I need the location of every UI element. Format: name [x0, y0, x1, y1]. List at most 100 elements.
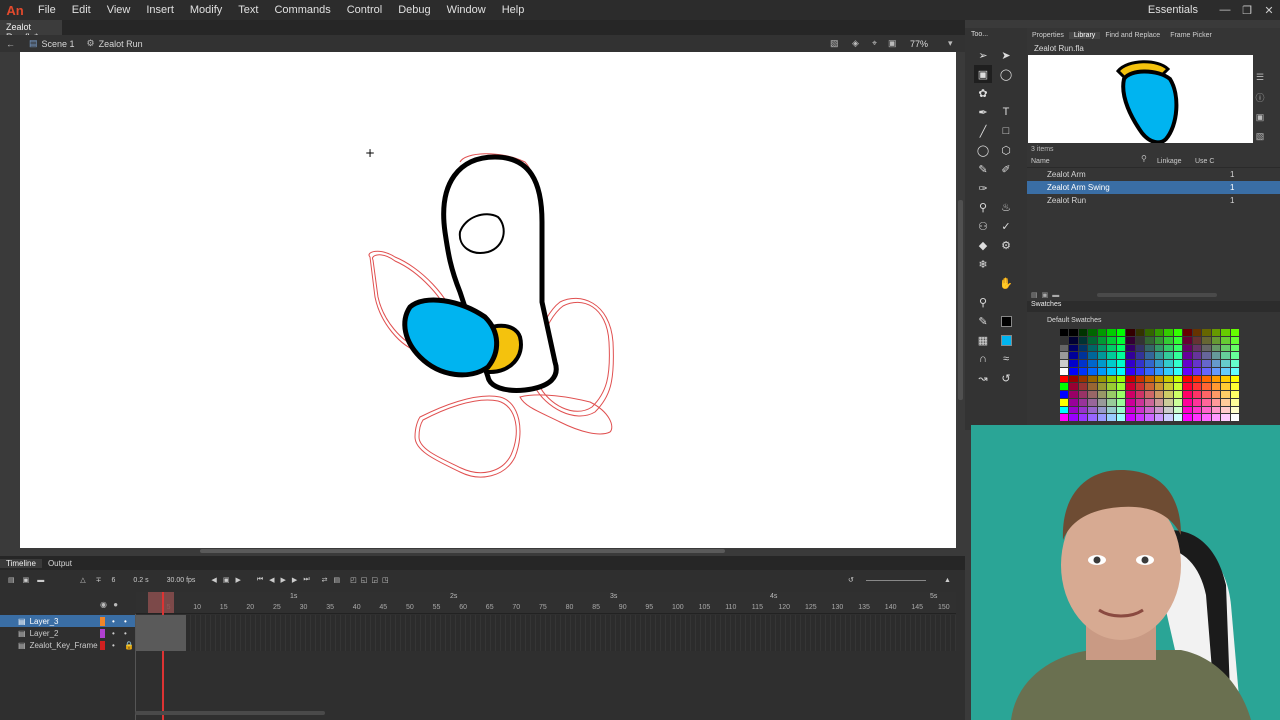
smooth-icon[interactable]: ≈	[997, 350, 1015, 368]
frame-span[interactable]	[136, 639, 186, 651]
straighten-icon[interactable]: ↝	[974, 369, 992, 387]
onion-outline-icon[interactable]: ◱	[361, 576, 368, 584]
swatch-group-label[interactable]: Default Swatches	[1047, 317, 1101, 324]
swatch-cell[interactable]	[1088, 352, 1097, 359]
width-tool-icon[interactable]: ⚇	[974, 217, 992, 235]
swatch-cell[interactable]	[1221, 414, 1230, 421]
swatch-cell[interactable]	[1202, 398, 1211, 406]
swatch-cell[interactable]	[1069, 398, 1078, 406]
eraser-tool-icon[interactable]: ◆	[974, 236, 992, 254]
swatch-cell[interactable]	[1230, 375, 1239, 383]
swatch-cell[interactable]	[1097, 391, 1107, 398]
swatch-cell[interactable]	[1154, 375, 1164, 383]
swatch-cell[interactable]	[1135, 398, 1145, 406]
swatch-cell[interactable]	[1173, 329, 1183, 336]
lasso-tool-icon[interactable]: ✿	[974, 84, 992, 102]
swatch-cell[interactable]	[1202, 336, 1211, 344]
frame-span[interactable]	[136, 627, 186, 639]
playhead[interactable]	[162, 592, 164, 720]
zoom-field[interactable]: 77%	[910, 39, 928, 49]
swatch-cell[interactable]	[1126, 391, 1135, 398]
swatch-cell[interactable]	[1202, 375, 1211, 383]
swatch-cell[interactable]	[1135, 406, 1145, 414]
menu-text[interactable]: Text	[230, 4, 266, 16]
swatch-cell[interactable]	[1202, 406, 1211, 414]
show-hide-icon[interactable]: ◉	[100, 600, 107, 609]
swatch-cell[interactable]	[1202, 367, 1211, 375]
swatch-cell[interactable]	[1145, 367, 1154, 375]
layer-color-swatch[interactable]	[100, 640, 105, 650]
swatch-cell[interactable]	[1088, 398, 1097, 406]
swatch-cell[interactable]	[1164, 383, 1173, 390]
swatch-cell[interactable]	[1164, 375, 1173, 383]
swatch-cell[interactable]	[1164, 367, 1173, 375]
swatch-cell[interactable]	[1088, 375, 1097, 383]
swatch-cell[interactable]	[1088, 391, 1097, 398]
tab-library[interactable]: Library	[1068, 31, 1101, 39]
library-item[interactable]: Zealot Arm 1	[1027, 168, 1280, 181]
camera-icon[interactable]: ∓	[96, 576, 102, 584]
timeline-horizontal-scrollbar[interactable]	[135, 711, 325, 715]
menu-commands[interactable]: Commands	[266, 4, 338, 16]
swatch-cell[interactable]	[1230, 352, 1239, 359]
next-keyframe-icon[interactable]: ▶	[235, 576, 240, 584]
layer-color-swatch[interactable]	[100, 616, 105, 626]
swatch-cell[interactable]	[1164, 329, 1173, 336]
swatch-cell[interactable]	[1107, 414, 1116, 421]
new-symbol-icon[interactable]: ▤	[1031, 291, 1038, 299]
swatch-cell[interactable]	[1221, 352, 1230, 359]
frames-row[interactable]	[136, 639, 956, 651]
swatch-cell[interactable]	[1202, 352, 1211, 359]
text-tool-icon[interactable]: T	[997, 103, 1015, 121]
menu-file[interactable]: File	[30, 4, 64, 16]
breadcrumb-scene[interactable]: Scene 1	[42, 39, 75, 49]
swatch-cell[interactable]	[1211, 398, 1221, 406]
swatch-cell[interactable]	[1116, 391, 1126, 398]
menu-window[interactable]: Window	[439, 4, 494, 16]
swatch-cell[interactable]	[1069, 383, 1078, 390]
swatch-cell[interactable]	[1060, 360, 1069, 367]
swatch-cell[interactable]	[1145, 336, 1154, 344]
swatch-cell[interactable]	[1154, 414, 1164, 421]
swatch-cell[interactable]	[1202, 329, 1211, 336]
subselection-tool-icon[interactable]: ➤	[997, 46, 1015, 64]
elapsed-time-field[interactable]: 0.2 s	[133, 577, 148, 584]
swatch-cell[interactable]	[1097, 398, 1107, 406]
swatch-cell[interactable]	[1211, 367, 1221, 375]
selection-tool-icon[interactable]: ➢	[974, 46, 992, 64]
swatch-cell[interactable]	[1126, 329, 1135, 336]
swatch-cell[interactable]	[1060, 329, 1069, 336]
swatch-cell[interactable]	[1107, 367, 1116, 375]
swatch-cell[interactable]	[1154, 367, 1164, 375]
prev-keyframe-icon[interactable]: ◀	[211, 576, 216, 584]
close-icon[interactable]: ✕	[1258, 4, 1280, 17]
swatch-cell[interactable]	[1221, 398, 1230, 406]
swatch-cell[interactable]	[1183, 344, 1192, 352]
swatch-cell[interactable]	[1211, 352, 1221, 359]
swatch-cell[interactable]	[1221, 329, 1230, 336]
swatch-cell[interactable]	[1211, 391, 1221, 398]
swatch-cell[interactable]	[1164, 406, 1173, 414]
visible-dot-icon[interactable]: •	[112, 617, 115, 626]
swatch-cell[interactable]	[1164, 414, 1173, 421]
swatch-cell[interactable]	[1116, 383, 1126, 390]
step-forward-icon[interactable]: ▶	[292, 576, 297, 584]
swatch-cell[interactable]	[1078, 406, 1088, 414]
tab-timeline[interactable]: Timeline	[0, 558, 42, 568]
swatch-cell[interactable]	[1211, 344, 1221, 352]
swatch-cell[interactable]	[1126, 406, 1135, 414]
menu-edit[interactable]: Edit	[64, 4, 99, 16]
swatch-cell[interactable]	[1211, 375, 1221, 383]
swatch-cell[interactable]	[1069, 391, 1078, 398]
swatch-cell[interactable]	[1202, 360, 1211, 367]
menu-help[interactable]: Help	[494, 4, 533, 16]
swatch-cell[interactable]	[1154, 383, 1164, 390]
swatch-cell[interactable]	[1097, 406, 1107, 414]
oval-tool-icon[interactable]: ◯	[974, 141, 992, 159]
swatch-cell[interactable]	[1135, 344, 1145, 352]
swatch-cell[interactable]	[1221, 391, 1230, 398]
swatch-cell[interactable]	[1154, 391, 1164, 398]
column-use-count[interactable]: Use C	[1195, 158, 1214, 165]
swatch-cell[interactable]	[1221, 344, 1230, 352]
library-item[interactable]: Zealot Run 1	[1027, 194, 1280, 207]
